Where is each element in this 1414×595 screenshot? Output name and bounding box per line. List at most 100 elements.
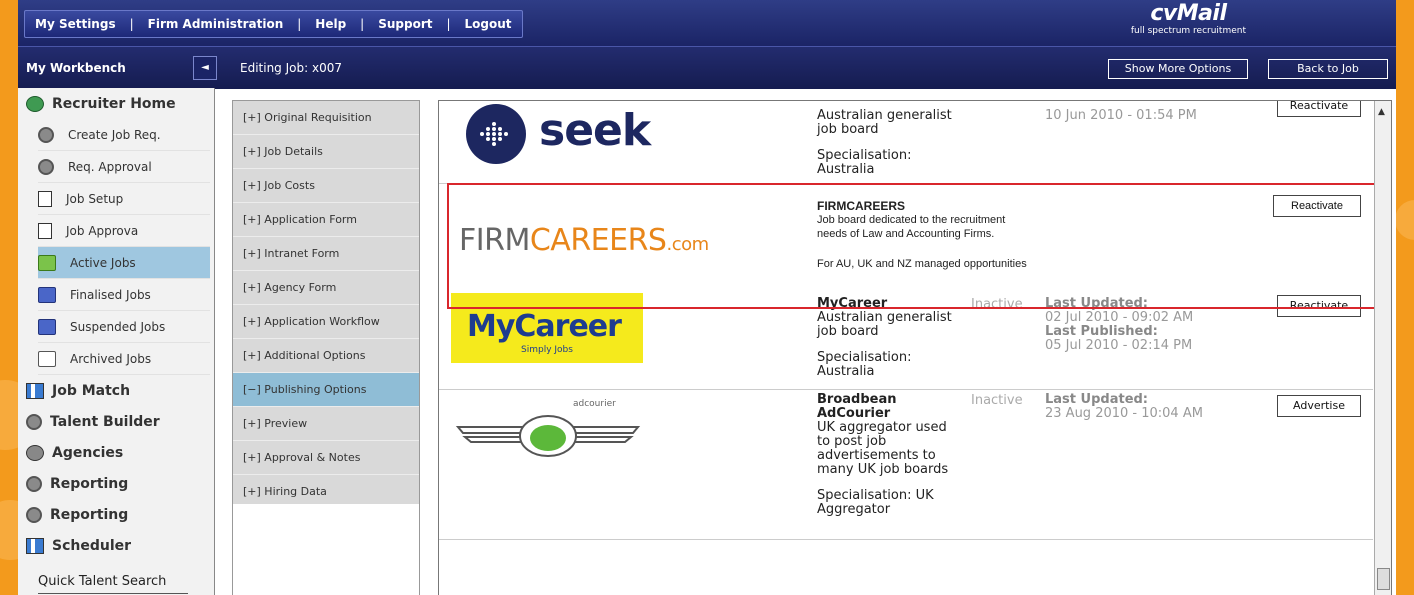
seek-logo-text: seek bbox=[539, 105, 651, 156]
menu-original-requisition[interactable]: [+] Original Requisition bbox=[233, 101, 419, 135]
nav-separator: | bbox=[297, 17, 302, 31]
sidebar-section-job-match[interactable]: Job Match bbox=[18, 375, 214, 406]
nav-support[interactable]: Support bbox=[378, 17, 432, 31]
broadbean-desc-line: UK aggregator used bbox=[817, 420, 947, 435]
document-icon bbox=[38, 190, 52, 207]
mycareer-desc-line: job board bbox=[817, 324, 879, 339]
vertical-scrollbar[interactable]: ▲ bbox=[1374, 101, 1391, 595]
seek-spec-label: Specialisation: bbox=[817, 148, 912, 163]
sidebar-section-label: Talent Builder bbox=[50, 413, 160, 430]
sidebar-section-recruiter-home[interactable]: Recruiter Home bbox=[18, 88, 214, 119]
seek-desc-line: Australian generalist bbox=[817, 108, 952, 123]
mycareer-spec-label: Specialisation: bbox=[817, 350, 912, 365]
menu-agency-form[interactable]: [+] Agency Form bbox=[233, 271, 419, 305]
menu-application-workflow[interactable]: [+] Application Workflow bbox=[233, 305, 419, 339]
job-board-row-seek: seek Australian generalist job board Spe… bbox=[439, 101, 1373, 184]
logo-tagline: full spectrum recruitment bbox=[1130, 26, 1246, 36]
show-more-options-button[interactable]: Show More Options bbox=[1108, 59, 1248, 79]
workbench-label: My Workbench bbox=[26, 61, 126, 75]
sidebar-section-label: Reporting bbox=[50, 506, 129, 523]
gears-icon bbox=[26, 506, 42, 523]
scroll-thumb[interactable] bbox=[1377, 568, 1390, 590]
background-decoration bbox=[1395, 200, 1414, 240]
broadbean-description: Broadbean AdCourier UK aggregator used t… bbox=[817, 393, 948, 517]
mycareer-desc-line: Australian generalist bbox=[817, 310, 952, 325]
back-to-job-button[interactable]: Back to Job bbox=[1268, 59, 1388, 79]
nav-help[interactable]: Help bbox=[315, 17, 346, 31]
menu-job-costs[interactable]: [+] Job Costs bbox=[233, 169, 419, 203]
mycareer-logo-sub: Simply Jobs bbox=[521, 345, 573, 355]
main-nav: My Settings | Firm Administration | Help… bbox=[24, 10, 523, 38]
nav-separator: | bbox=[129, 17, 134, 31]
nav-my-settings[interactable]: My Settings bbox=[35, 17, 116, 31]
menu-application-form[interactable]: [+] Application Form bbox=[233, 203, 419, 237]
broadbean-advertise-button[interactable]: Advertise bbox=[1277, 395, 1361, 417]
sidebar-section-reporting[interactable]: Reporting bbox=[18, 468, 214, 499]
sidebar-section-label: Recruiter Home bbox=[52, 95, 176, 112]
seek-reactivate-button[interactable]: Reactivate bbox=[1277, 101, 1361, 117]
mycareer-last-published-label: Last Published: bbox=[1045, 324, 1158, 339]
broadbean-spec: Aggregator bbox=[817, 502, 891, 517]
menu-approval-notes[interactable]: [+] Approval & Notes bbox=[233, 441, 419, 475]
gears-icon bbox=[26, 475, 42, 492]
calendar-icon bbox=[26, 537, 44, 554]
menu-intranet-form[interactable]: [+] Intranet Form bbox=[233, 237, 419, 271]
sidebar-item-suspended-jobs[interactable]: Suspended Jobs bbox=[38, 311, 210, 343]
seek-spec-value: Australia bbox=[817, 162, 875, 177]
logo-brand: cvMail bbox=[1150, 1, 1227, 26]
nav-logout[interactable]: Logout bbox=[465, 17, 512, 31]
seek-logo-icon bbox=[466, 104, 526, 164]
folder-icon bbox=[38, 254, 56, 271]
broadbean-desc-line: advertisements to bbox=[817, 448, 936, 463]
sidebar-section-talent-builder[interactable]: Talent Builder bbox=[18, 406, 214, 437]
sidebar-item-req-approval[interactable]: Req. Approval bbox=[38, 151, 210, 183]
sidebar-section-agencies[interactable]: Agencies bbox=[18, 437, 214, 468]
menu-additional-options[interactable]: [+] Additional Options bbox=[233, 339, 419, 373]
sidebar-item-label: Suspended Jobs bbox=[70, 319, 166, 334]
menu-empty-area bbox=[233, 504, 419, 595]
quick-talent-search-label: Quick Talent Search bbox=[38, 574, 167, 589]
job-match-icon bbox=[26, 382, 44, 399]
sidebar-section-label: Reporting bbox=[50, 475, 129, 492]
mycareer-last-published: 05 Jul 2010 - 02:14 PM bbox=[1045, 338, 1193, 353]
adcourier-logo-icon bbox=[455, 415, 641, 457]
sidebar-item-active-jobs[interactable]: Active Jobs bbox=[38, 247, 210, 279]
sidebar-item-label: Finalised Jobs bbox=[70, 287, 151, 302]
quick-talent-search-input[interactable] bbox=[38, 593, 188, 594]
adcourier-logo-label: adcourier bbox=[573, 399, 616, 409]
collapse-sidebar-icon[interactable]: ◄ bbox=[193, 56, 217, 80]
mycareer-spec-value: Australia bbox=[817, 364, 875, 379]
sidebar-item-label: Create Job Req. bbox=[68, 127, 161, 142]
sidebar-section-scheduler[interactable]: Scheduler bbox=[18, 530, 214, 561]
broadbean-desc-line: to post job bbox=[817, 434, 887, 449]
sidebar-item-archived-jobs[interactable]: Archived Jobs bbox=[38, 343, 210, 375]
editing-job-title: Editing Job: x007 bbox=[240, 61, 342, 75]
app-window: My Settings | Firm Administration | Help… bbox=[18, 0, 1396, 595]
sidebar-item-create-job-req[interactable]: Create Job Req. bbox=[38, 119, 210, 151]
sidebar-item-job-setup[interactable]: Job Setup bbox=[38, 183, 210, 215]
cvmail-logo: cvMail full spectrum recruitment bbox=[1130, 1, 1246, 37]
sidebar-item-job-approval[interactable]: Job Approva bbox=[38, 215, 210, 247]
menu-publishing-options[interactable]: [−] Publishing Options bbox=[233, 373, 419, 407]
sidebar-item-label: Active Jobs bbox=[70, 255, 136, 270]
nav-separator: | bbox=[360, 17, 365, 31]
sidebar-section-reporting-2[interactable]: Reporting bbox=[18, 499, 214, 530]
menu-job-details[interactable]: [+] Job Details bbox=[233, 135, 419, 169]
folder-icon bbox=[38, 318, 56, 335]
sidebar-item-label: Archived Jobs bbox=[70, 351, 152, 366]
top-bar: My Settings | Firm Administration | Help… bbox=[18, 0, 1396, 46]
sidebar-section-label: Job Match bbox=[52, 382, 131, 399]
seek-description: Australian generalist job board Speciali… bbox=[817, 109, 952, 177]
sidebar-item-finalised-jobs[interactable]: Finalised Jobs bbox=[38, 279, 210, 311]
nav-firm-administration[interactable]: Firm Administration bbox=[148, 17, 284, 31]
cog-icon bbox=[38, 158, 54, 175]
publishing-content-panel: seek Australian generalist job board Spe… bbox=[438, 100, 1392, 595]
sidebar: Recruiter Home Create Job Req. Req. Appr… bbox=[18, 88, 215, 595]
broadbean-dates: Last Updated: 23 Aug 2010 - 10:04 AM bbox=[1045, 393, 1203, 421]
agency-icon bbox=[26, 444, 44, 461]
menu-preview[interactable]: [+] Preview bbox=[233, 407, 419, 441]
scroll-up-icon[interactable]: ▲ bbox=[1378, 107, 1385, 117]
broadbean-desc-line: many UK job boards bbox=[817, 462, 949, 477]
person-icon bbox=[26, 413, 42, 430]
sidebar-section-label: Agencies bbox=[52, 444, 124, 461]
